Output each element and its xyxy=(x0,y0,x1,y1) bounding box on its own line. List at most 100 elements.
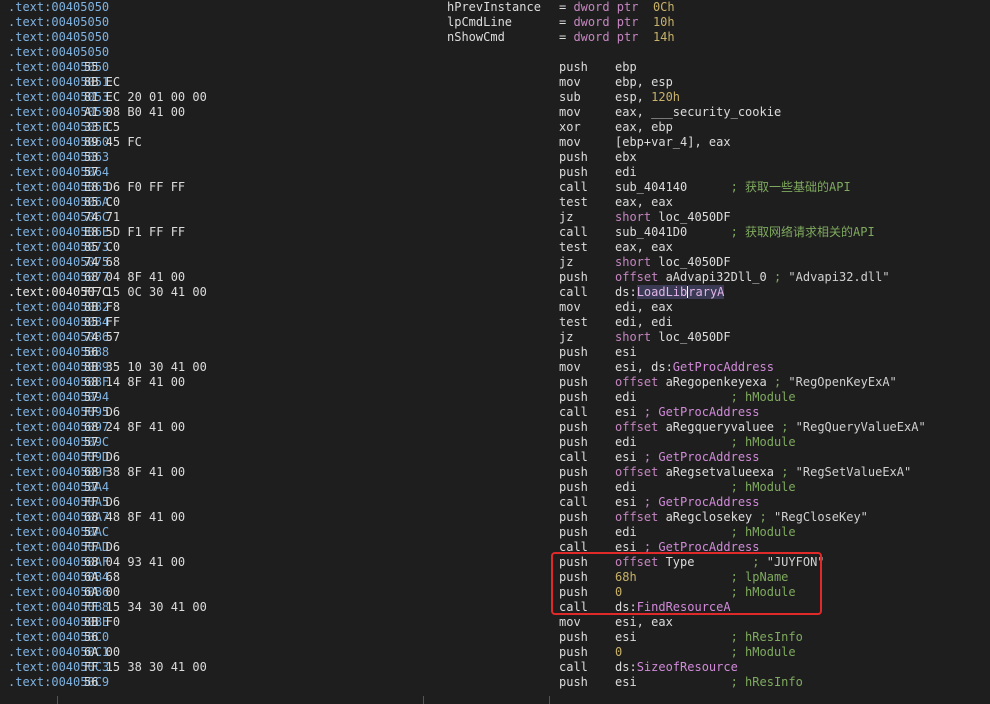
instruction-operands[interactable]: esi xyxy=(615,345,637,360)
listing-line[interactable]: .text:00405082 8B F8 mov edi, eax xyxy=(0,300,990,315)
listing-line[interactable]: .text:00405063 53 push ebx xyxy=(0,150,990,165)
instruction-operands[interactable]: offset aRegclosekey ; "RegCloseKey" xyxy=(615,510,868,525)
listing-line[interactable]: .text:00405088 56 push esi xyxy=(0,345,990,360)
listing-line[interactable]: .text:004050C0 56 push esi ; hResInfo xyxy=(0,630,990,645)
instruction-operands[interactable]: ds:LoadLibraryA xyxy=(615,285,725,300)
instruction-mnemonic[interactable]: sub xyxy=(559,90,581,105)
instruction-mnemonic[interactable]: mov xyxy=(559,615,581,630)
symbol-reference[interactable]: SizeofResource xyxy=(637,660,738,674)
instruction-mnemonic[interactable]: push xyxy=(559,525,588,540)
operand-token[interactable]: ds: xyxy=(615,285,637,299)
disassembly-listing[interactable]: .text:00405050 hPrevInstance = dword ptr 0… xyxy=(0,0,990,690)
instruction-operands[interactable]: ds:SizeofResource xyxy=(615,660,738,675)
instruction-operands[interactable]: esi, ds:GetProcAddress xyxy=(615,360,774,375)
listing-line[interactable]: .text:00405094 57 push edi ; hModule xyxy=(0,390,990,405)
operand-token[interactable]: "RegQueryValueExA" xyxy=(796,420,926,434)
instruction-mnemonic[interactable]: push xyxy=(559,60,588,75)
listing-line[interactable]: .text:00405095 FF D6 call esi ; GetProcAddr… xyxy=(0,405,990,420)
instruction-operands[interactable]: offset aAdvapi32Dll_0 ; "Advapi32.dll" xyxy=(615,270,890,285)
listing-line[interactable]: .text:00405064 57 push edi xyxy=(0,165,990,180)
instruction-mnemonic[interactable]: test xyxy=(559,240,588,255)
instruction-mnemonic[interactable]: push xyxy=(559,420,588,435)
instruction-mnemonic[interactable]: mov xyxy=(559,300,581,315)
instruction-mnemonic[interactable]: push xyxy=(559,675,588,690)
listing-line[interactable]: .text:00405073 85 C0 test eax, eax xyxy=(0,240,990,255)
instruction-operands[interactable]: ebp xyxy=(615,60,637,75)
instruction-operands[interactable]: edi ; hModule xyxy=(615,525,796,540)
instruction-operands[interactable]: ds:FindResourceA xyxy=(615,600,731,615)
instruction-mnemonic[interactable]: mov xyxy=(559,135,581,150)
operand-token[interactable]: eax, eax xyxy=(615,195,673,209)
instruction-operands[interactable]: eax, eax xyxy=(615,240,673,255)
operand-token[interactable]: edi xyxy=(615,525,731,539)
instruction-operands[interactable]: eax, ebp xyxy=(615,120,673,135)
operand-token[interactable]: "RegSetValueExA" xyxy=(796,465,912,479)
operand-token[interactable]: LoadLib xyxy=(636,285,688,299)
line-address[interactable]: .text:00405050 xyxy=(8,45,109,60)
instruction-operands[interactable]: ebx xyxy=(615,150,637,165)
operand-token[interactable]: "RegCloseKey" xyxy=(774,510,868,524)
listing-line[interactable]: .text:004050B8 FF 15 34 30 41 00 call ds:Fi… xyxy=(0,600,990,615)
instruction-mnemonic[interactable]: call xyxy=(559,285,588,300)
listing-line[interactable]: .text:00405050 nShowCmd = dword ptr 14h xyxy=(0,30,990,45)
operand-token[interactable]: esi xyxy=(615,450,644,464)
instruction-mnemonic[interactable]: push xyxy=(559,645,588,660)
instruction-operands[interactable]: edi xyxy=(615,165,637,180)
operand-token[interactable]: sub_404140 xyxy=(615,180,731,194)
listing-line[interactable]: .text:00405060 89 45 FC mov [ebp+var_4], ea… xyxy=(0,135,990,150)
listing-line[interactable]: .text:00405053 81 EC 20 01 00 00 sub esp, 1… xyxy=(0,90,990,105)
listing-line[interactable]: .text:004050AF 68 04 93 41 00 push offset T… xyxy=(0,555,990,570)
operand-token[interactable]: aRegsetvalueexa xyxy=(658,465,781,479)
operand-token[interactable]: edi xyxy=(615,390,731,404)
listing-line[interactable]: .text:004050B6 6A 00 push 0 ; hModule xyxy=(0,585,990,600)
instruction-operands[interactable]: short loc_4050DF xyxy=(615,210,731,225)
operand-token[interactable]: offset xyxy=(615,375,658,389)
listing-line[interactable]: .text:00405050 lpCmdLine = dword ptr 10h xyxy=(0,15,990,30)
listing-line[interactable]: .text:004050A5 FF D6 call esi ; GetProcAddr… xyxy=(0,495,990,510)
operand-token[interactable]: edi xyxy=(615,165,637,179)
operand-token[interactable]: raryA xyxy=(688,285,725,299)
operand-token[interactable]: loc_4050DF xyxy=(651,330,730,344)
instruction-operands[interactable]: esi ; GetProcAddress xyxy=(615,495,760,510)
listing-line[interactable]: .text:0040506E E8 5D F1 FF FF call sub_4041… xyxy=(0,225,990,240)
instruction-mnemonic[interactable]: mov xyxy=(559,360,581,375)
operand-token[interactable]: "RegOpenKeyExA" xyxy=(788,375,896,389)
instruction-mnemonic[interactable]: call xyxy=(559,600,588,615)
listing-line[interactable]: .text:004050A7 68 48 8F 41 00 push offset a… xyxy=(0,510,990,525)
operand-token[interactable]: eax, eax xyxy=(615,240,673,254)
instruction-operands[interactable]: esi ; hResInfo xyxy=(615,630,803,645)
instruction-operands[interactable]: edi, eax xyxy=(615,300,673,315)
operand-token[interactable]: offset xyxy=(615,270,658,284)
listing-line[interactable]: .text:00405050 55 push ebp xyxy=(0,60,990,75)
instruction-operands[interactable]: short loc_4050DF xyxy=(615,255,731,270)
argument-name[interactable]: lpCmdLine xyxy=(447,15,559,30)
operand-token[interactable]: edi xyxy=(615,480,731,494)
instruction-operands[interactable]: short loc_4050DF xyxy=(615,330,731,345)
instruction-operands[interactable]: edi, edi xyxy=(615,315,673,330)
listing-line[interactable]: .text:0040506A 85 C0 test eax, eax xyxy=(0,195,990,210)
instruction-operands[interactable]: offset Type ; "JUYFON" xyxy=(615,555,825,570)
instruction-operands[interactable]: edi ; hModule xyxy=(615,480,796,495)
listing-line[interactable]: .text:00405059 A1 08 B0 41 00 mov eax, ___s… xyxy=(0,105,990,120)
instruction-mnemonic[interactable]: push xyxy=(559,465,588,480)
operand-token[interactable]: aAdvapi32Dll_0 xyxy=(658,270,774,284)
instruction-mnemonic[interactable]: push xyxy=(559,270,588,285)
operand-token[interactable]: 68h xyxy=(615,570,637,584)
instruction-mnemonic[interactable]: call xyxy=(559,495,588,510)
line-address[interactable]: .text:00405050 xyxy=(8,30,109,45)
instruction-mnemonic[interactable]: push xyxy=(559,585,588,600)
listing-line[interactable]: .text:004050AD FF D6 call esi ; GetProcAddr… xyxy=(0,540,990,555)
instruction-operands[interactable]: [ebp+var_4], eax xyxy=(615,135,731,150)
listing-line[interactable]: .text:004050A4 57 push edi ; hModule xyxy=(0,480,990,495)
operand-token[interactable]: loc_4050DF xyxy=(651,210,730,224)
instruction-operands[interactable]: edi ; hModule xyxy=(615,435,796,450)
operand-token[interactable]: loc_4050DF xyxy=(651,255,730,269)
instruction-operands[interactable]: sub_404140 ; 获取一些基础的API xyxy=(615,180,851,195)
instruction-mnemonic[interactable]: mov xyxy=(559,75,581,90)
instruction-operands[interactable]: offset aRegopenkeyexa ; "RegOpenKeyExA" xyxy=(615,375,897,390)
listing-line[interactable]: .text:0040509F 68 38 8F 41 00 push offset a… xyxy=(0,465,990,480)
instruction-mnemonic[interactable]: mov xyxy=(559,105,581,120)
operand-token[interactable]: esi xyxy=(615,675,731,689)
listing-line[interactable]: .text:00405086 74 57 jz short loc_4050DF xyxy=(0,330,990,345)
instruction-operands[interactable]: esi, eax xyxy=(615,615,673,630)
